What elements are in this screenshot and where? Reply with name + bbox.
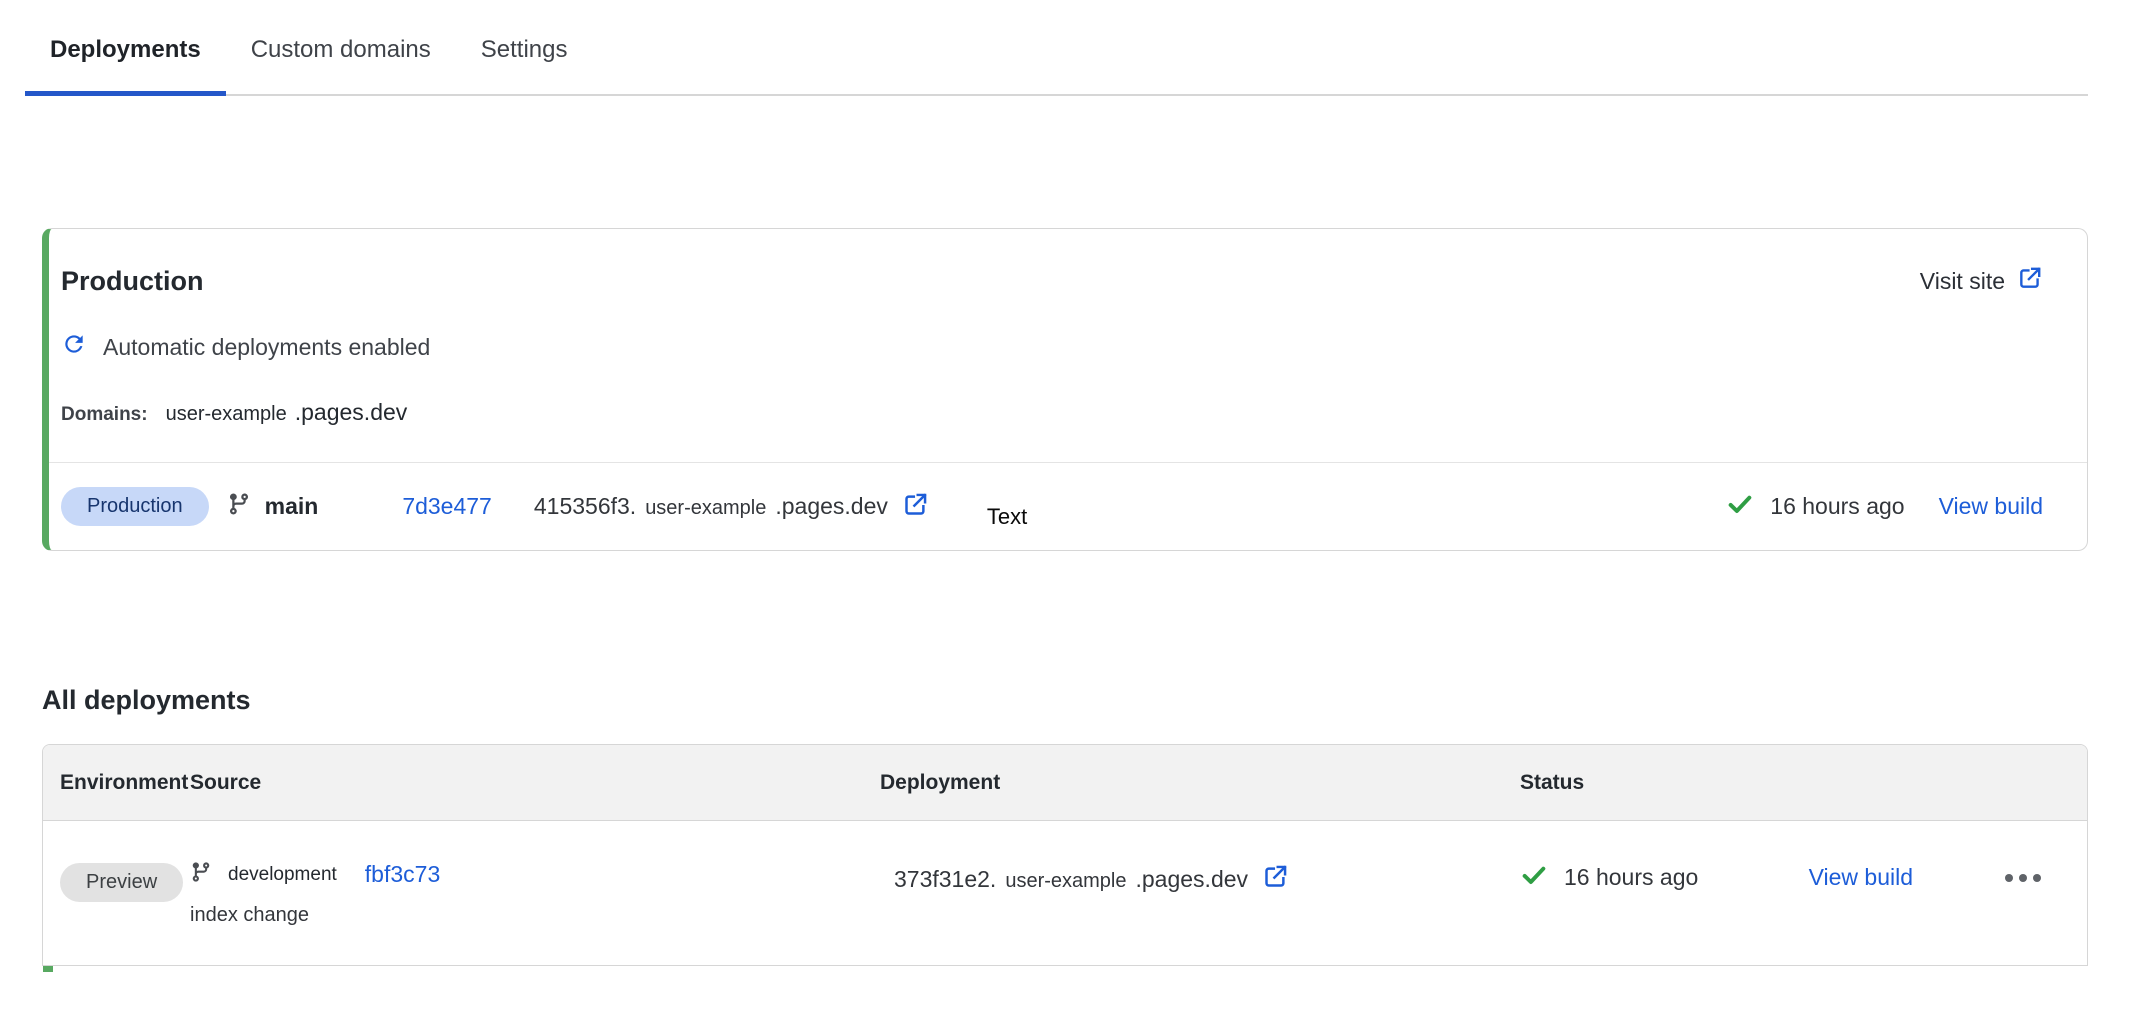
tab-bar: Deployments Custom domains Settings [25, 0, 2088, 96]
deployment-url-suffix: .pages.dev [1136, 866, 1249, 893]
table-row: Preview development fbf3c73 index change… [43, 821, 2087, 966]
tab-settings-label: Settings [481, 36, 568, 63]
deployment-time: 16 hours ago [1770, 493, 1904, 520]
production-deployment-row: Production main 7d3e477 415356f3. user-e… [49, 462, 2087, 550]
column-deployment: Deployment [880, 771, 1520, 795]
column-status: Status [1520, 771, 2043, 795]
environment-badge: Preview [60, 863, 183, 902]
tab-settings[interactable]: Settings [456, 0, 593, 94]
next-row-accent-stub [43, 966, 53, 972]
row-deployment-cell: 373f31e2. user-example .pages.dev [880, 863, 1520, 895]
all-deployments-title: All deployments [42, 685, 2132, 716]
refresh-icon [61, 331, 87, 363]
deployment-url-name: user-example [1005, 870, 1126, 893]
check-icon [1726, 490, 1754, 523]
domains-row: Domains: user-example .pages.dev [61, 399, 2075, 462]
row-source-cell: development fbf3c73 index change [190, 861, 880, 927]
tab-custom-domains[interactable]: Custom domains [226, 0, 456, 94]
domain-name: user-example [166, 403, 287, 426]
deployments-table: Environment Source Deployment Status Pre… [42, 744, 2088, 966]
text-annotation: Text [987, 504, 1027, 530]
production-deployment-status: 16 hours ago View build [1726, 490, 2043, 523]
deployment-url-prefix: 415356f3. [534, 493, 636, 520]
row-environment-cell: Preview [60, 861, 190, 902]
commit-link[interactable]: fbf3c73 [365, 861, 440, 888]
production-card-header: Production Visit site [49, 229, 2087, 297]
visit-site-label: Visit site [1920, 268, 2005, 295]
view-build-link[interactable]: View build [1939, 493, 2043, 520]
domains-label: Domains: [61, 404, 148, 426]
check-icon [1520, 861, 1548, 894]
external-link-icon[interactable] [902, 491, 929, 523]
more-menu-button[interactable] [2003, 868, 2043, 888]
production-domain: user-example .pages.dev [166, 399, 408, 426]
tab-deployments[interactable]: Deployments [25, 0, 226, 94]
tab-custom-domains-label: Custom domains [251, 36, 431, 63]
deployment-url: 415356f3. user-example .pages.dev [534, 493, 888, 520]
deployment-time: 16 hours ago [1564, 864, 1698, 891]
view-build-link[interactable]: View build [1809, 864, 1913, 891]
more-horizontal-icon [2005, 874, 2013, 882]
git-branch-icon [190, 861, 212, 888]
domain-suffix: .pages.dev [295, 399, 408, 426]
deployment-url-name: user-example [645, 497, 766, 520]
production-card: Production Visit site Automatic deployme… [42, 228, 2088, 551]
commit-link[interactable]: 7d3e477 [402, 493, 492, 520]
git-branch-icon [227, 492, 251, 521]
column-source: Source [190, 771, 880, 795]
visit-site-link[interactable]: Visit site [1920, 265, 2043, 297]
environment-badge: Production [61, 487, 209, 526]
deployments-table-header: Environment Source Deployment Status [43, 745, 2087, 821]
production-card-title: Production [61, 266, 204, 297]
branch-name: development [228, 864, 337, 886]
commit-message: index change [190, 904, 880, 927]
tab-deployments-label: Deployments [50, 36, 201, 63]
deployment-url: 373f31e2. user-example .pages.dev [894, 866, 1248, 893]
auto-deployments-text: Automatic deployments enabled [103, 334, 430, 361]
deployment-url-suffix: .pages.dev [775, 493, 888, 520]
column-environment: Environment [60, 771, 190, 795]
branch-name: main [265, 493, 319, 520]
row-status-cell: 16 hours ago View build [1520, 861, 2043, 894]
deployment-url-prefix: 373f31e2. [894, 866, 996, 893]
external-link-icon [2017, 265, 2043, 297]
external-link-icon[interactable] [1262, 863, 1289, 895]
auto-deployments-status: Automatic deployments enabled [61, 331, 2075, 363]
